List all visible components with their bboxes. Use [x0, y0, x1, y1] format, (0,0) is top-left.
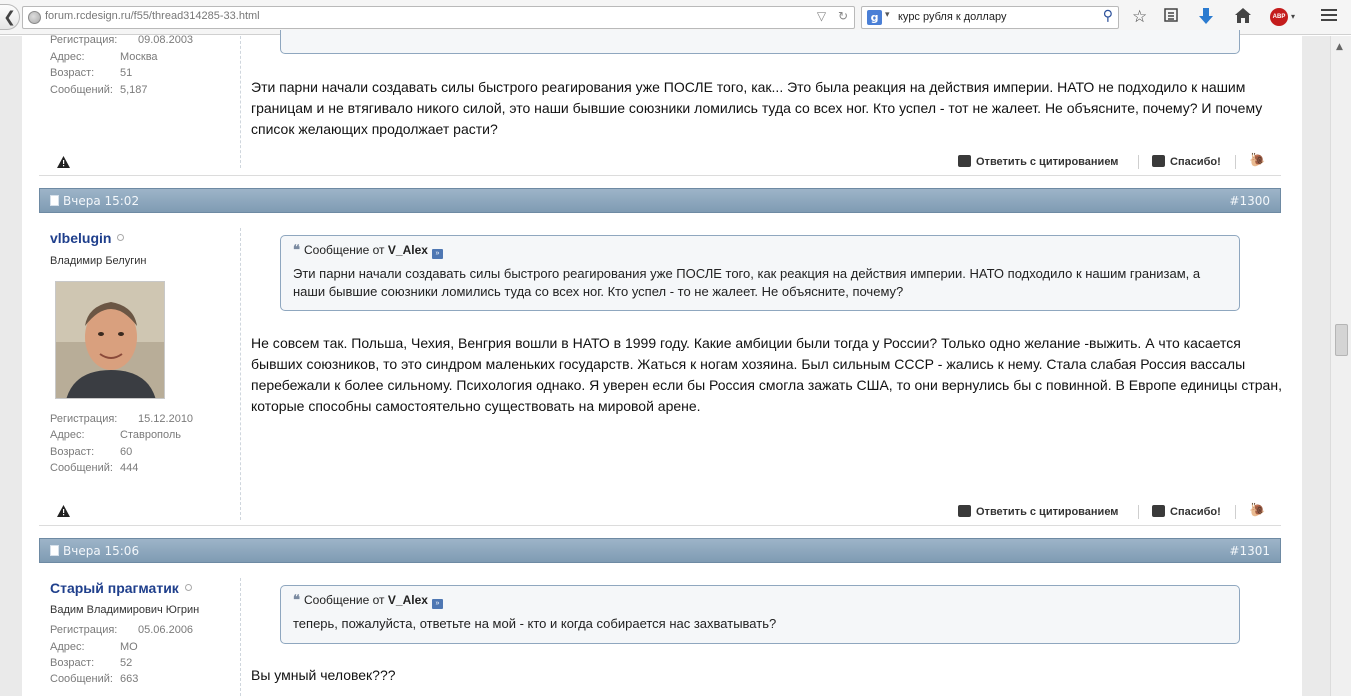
avatar[interactable] — [55, 281, 165, 399]
user-column-divider — [240, 36, 241, 168]
thanks-button[interactable]: Спасибо! — [1152, 505, 1221, 518]
reply-with-quote-button[interactable]: Ответить с цитированием — [958, 505, 1118, 518]
user-info-posts: Сообщений: 444 — [50, 462, 139, 474]
quote-icon: ❝ — [293, 242, 300, 257]
menu-icon[interactable] — [1321, 7, 1337, 27]
thumbs-up-icon — [1152, 155, 1165, 167]
user-info-posts: Сообщений: 663 — [50, 673, 139, 685]
offline-status-icon — [117, 234, 125, 241]
quote-box-prev — [280, 30, 1240, 54]
view-post-icon[interactable]: » — [431, 599, 443, 609]
dropdown-arrow-icon[interactable]: ▽ — [817, 9, 826, 23]
post-number-link[interactable]: #1301 — [1229, 544, 1270, 558]
post-text-prev: Эти парни начали создавать силы быстрого… — [251, 79, 1263, 137]
thanks-button[interactable]: Спасибо! — [1152, 155, 1221, 168]
url-bar[interactable]: forum.rcdesign.ru/f55/thread314285-33.ht… — [22, 6, 855, 29]
post-icon — [50, 545, 59, 556]
bookmark-star-icon[interactable]: ☆ — [1132, 7, 1147, 27]
divider — [1235, 155, 1236, 169]
url-text[interactable]: forum.rcdesign.ru/f55/thread314285-33.ht… — [45, 10, 260, 22]
quote-header: ❝ Сообщение от V_Alex» — [293, 592, 443, 609]
user-info-registration: Регистрация: 05.06.2006 — [50, 624, 194, 636]
username-link[interactable]: vlbelugin — [50, 230, 125, 246]
post-text: Вы умный человек??? — [251, 667, 396, 683]
post-footer-line — [39, 175, 1281, 176]
post-header-1300: Вчера 15:02 #1300 — [39, 188, 1281, 213]
divider — [1138, 505, 1139, 519]
search-bar[interactable]: g ▾ курс рубля к доллару ⚲ — [861, 6, 1119, 29]
scroll-up-icon[interactable]: ▲ — [1336, 42, 1343, 52]
user-info-registration: Регистрация: 15.12.2010 — [50, 413, 194, 425]
search-icon[interactable]: ⚲ — [1103, 8, 1113, 24]
quote-box: ❝ Сообщение от V_Alex» Эти парни начали с… — [280, 235, 1240, 311]
user-info-address: Адрес: Москва — [50, 51, 158, 63]
search-input[interactable]: курс рубля к доллару — [898, 11, 1006, 23]
post-text: Не совсем так. Польша, Чехия, Венгрия во… — [251, 335, 1282, 414]
adblock-icon[interactable]: ABP — [1270, 8, 1288, 26]
bookmarks-list-icon[interactable] — [1163, 7, 1179, 28]
report-warning-icon[interactable] — [57, 505, 70, 517]
post-number-link[interactable]: #1300 — [1229, 194, 1270, 208]
quote-text: теперь, пожалуйста, ответьте на мой - кт… — [293, 616, 777, 631]
user-info-age: Возраст: 51 — [50, 67, 133, 79]
user-info-age: Возраст: 60 — [50, 446, 133, 458]
username-link[interactable]: Старый прагматик — [50, 580, 192, 596]
divider — [1235, 505, 1236, 519]
offline-status-icon — [184, 584, 192, 591]
globe-icon — [28, 11, 41, 24]
post-header-1301: Вчера 15:06 #1301 — [39, 538, 1281, 563]
quote-reply-icon — [958, 155, 971, 167]
google-icon[interactable]: g — [867, 10, 882, 25]
user-info-address: Адрес: Ставрополь — [50, 429, 182, 441]
home-icon[interactable] — [1234, 7, 1252, 29]
snail-icon[interactable]: 🐌 — [1249, 503, 1265, 518]
divider — [1138, 155, 1139, 169]
quote-text: Эти парни начали создавать силы быстрого… — [293, 266, 1201, 299]
post-date: Вчера 15:06 — [63, 544, 140, 558]
user-column-divider — [240, 578, 241, 696]
snail-icon[interactable]: 🐌 — [1249, 153, 1265, 168]
post-icon — [50, 195, 59, 206]
quote-header: ❝ Сообщение от V_Alex» — [293, 242, 443, 259]
user-info-age: Возраст: 52 — [50, 657, 133, 669]
view-post-icon[interactable]: » — [431, 249, 443, 259]
thumbs-up-icon — [1152, 505, 1165, 517]
quote-box: ❝ Сообщение от V_Alex» теперь, пожалуйста… — [280, 585, 1240, 644]
quote-author: V_Alex — [387, 593, 428, 607]
quote-icon: ❝ — [293, 592, 300, 607]
quote-reply-icon — [958, 505, 971, 517]
back-button[interactable]: ❮ — [0, 4, 20, 30]
scrollbar-thumb[interactable] — [1335, 324, 1348, 356]
report-warning-icon[interactable] — [57, 156, 70, 168]
user-title: Вадим Владимирович Югрин — [50, 604, 200, 616]
post-footer-line — [39, 525, 1281, 526]
quote-author: V_Alex — [387, 243, 428, 257]
user-title: Владимир Белугин — [50, 255, 147, 267]
reply-with-quote-button[interactable]: Ответить с цитированием — [958, 155, 1118, 168]
download-icon[interactable] — [1198, 7, 1214, 30]
user-info-registration: Регистрация: 09.08.2003 — [50, 34, 194, 46]
reload-icon[interactable]: ↻ — [838, 9, 848, 23]
user-column-divider — [240, 228, 241, 520]
post-date: Вчера 15:02 — [63, 194, 140, 208]
user-info-address: Адрес: МО — [50, 641, 138, 653]
adblock-dropdown-icon[interactable]: ▾ — [1291, 12, 1295, 21]
user-info-posts: Сообщений: 5,187 — [50, 84, 148, 96]
page-scrollbar[interactable]: ▲ — [1330, 36, 1351, 696]
engine-dropdown-icon[interactable]: ▾ — [885, 10, 890, 20]
